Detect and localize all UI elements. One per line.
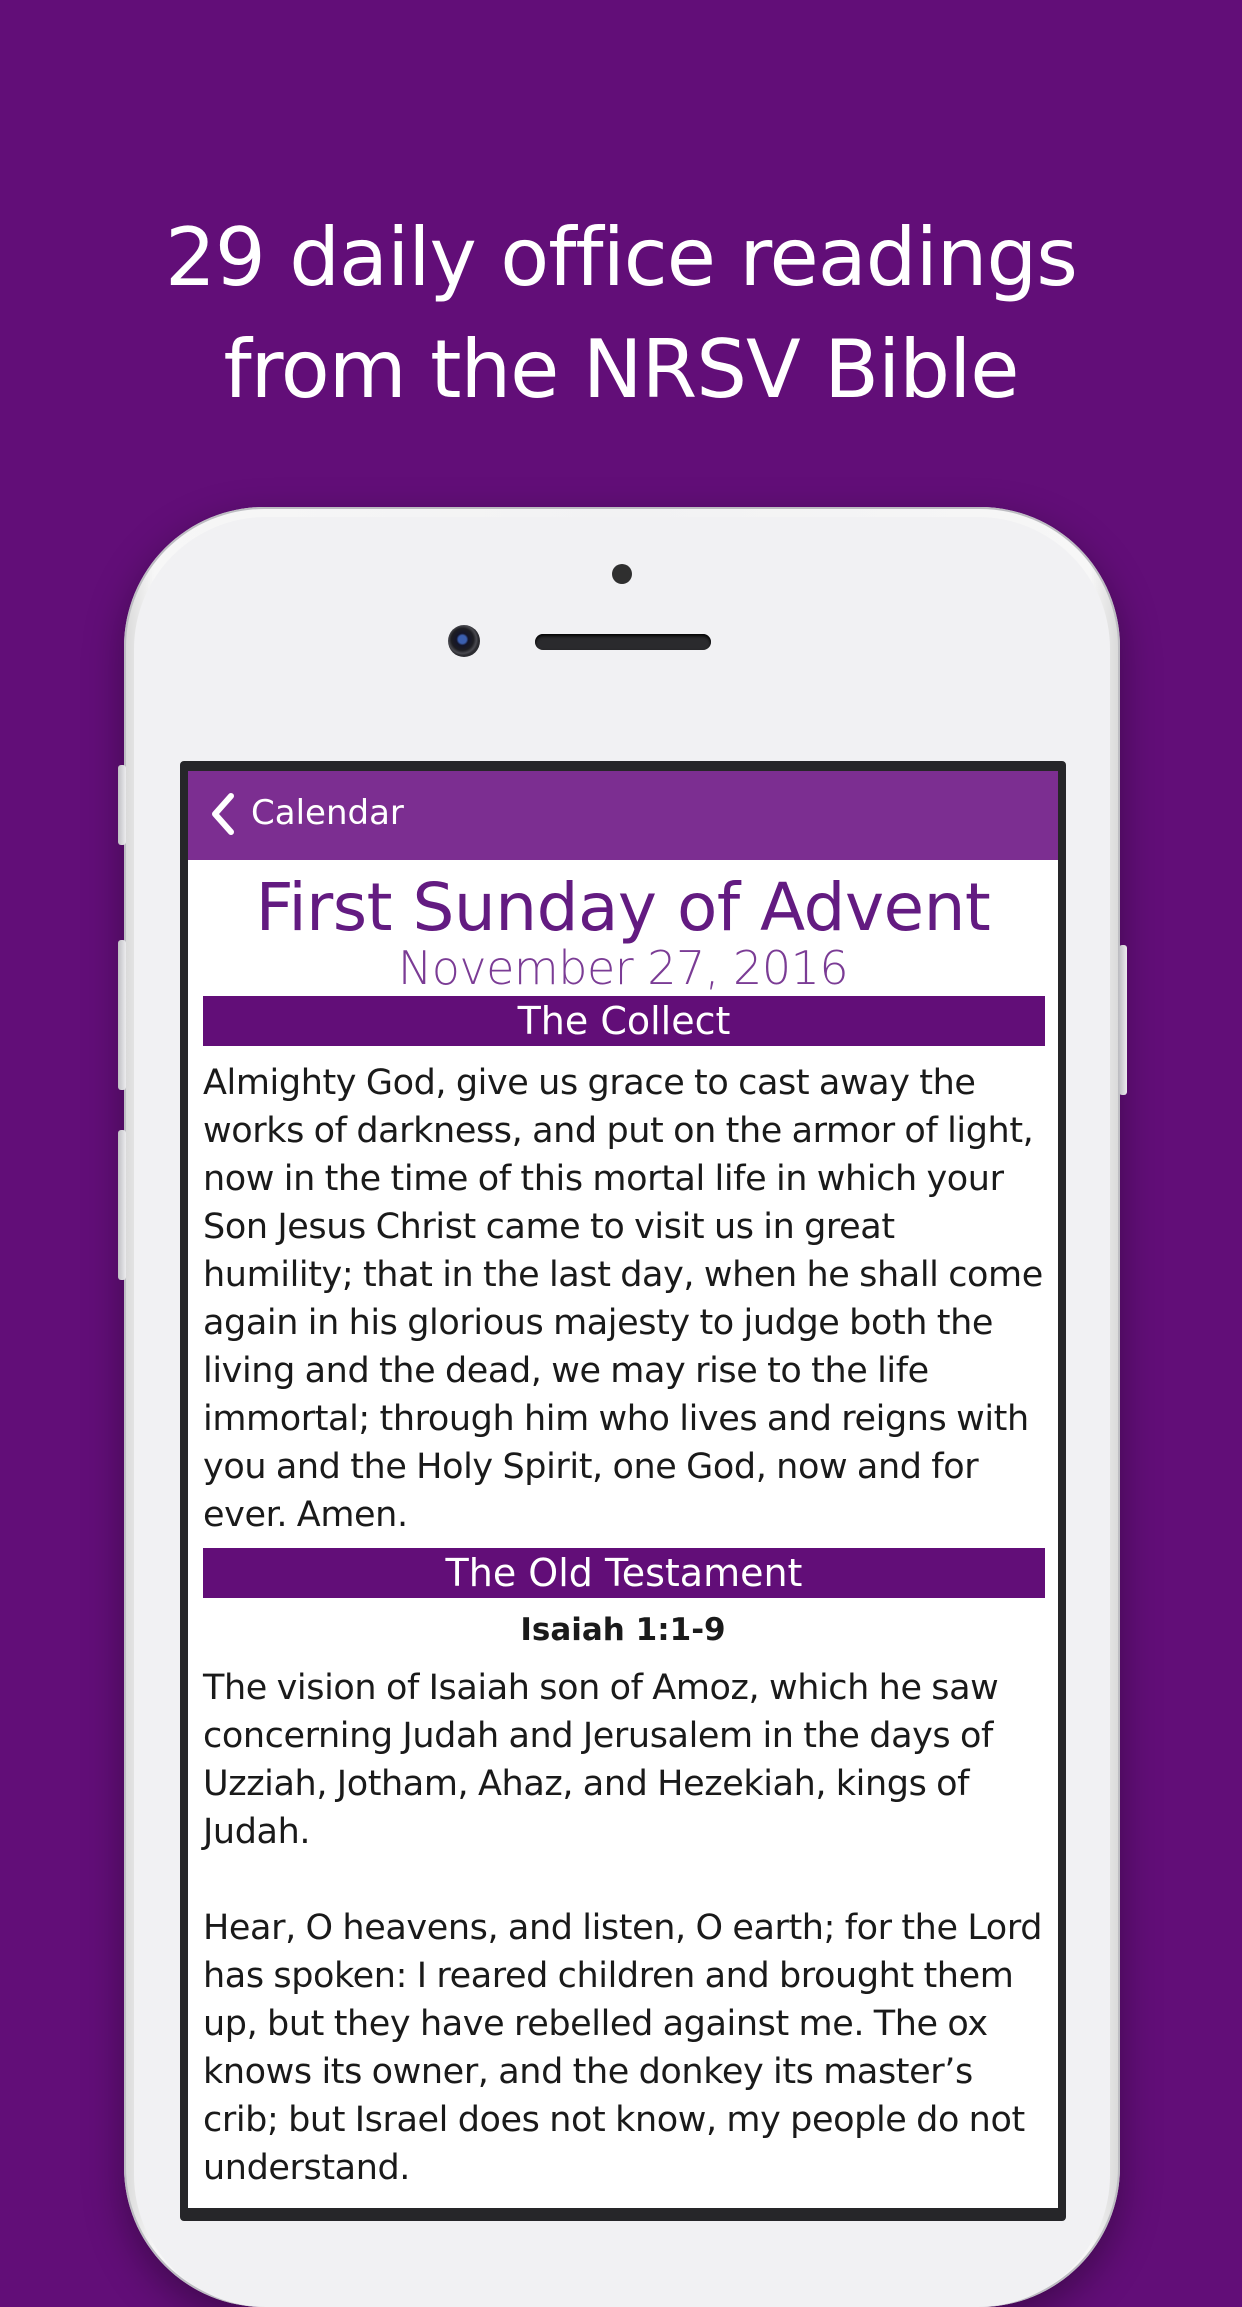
chevron-left-icon[interactable] [209,792,237,836]
reading-paragraph: The vision of Isaiah son of Amoz, which … [203,1668,999,1852]
scripture-reference: Isaiah 1:1-9 [520,1612,726,1648]
mute-switch [118,765,126,845]
section-header-old-testament: The Old Testament [203,1548,1045,1598]
headline-line-1: 29 daily office readings [165,210,1078,304]
power-button [1119,945,1127,1095]
promo-headline: 29 daily office readings from the NRSV B… [0,202,1242,426]
reading-paragraph: Hear, O heavens, and listen, O earth; fo… [203,1908,1043,2188]
proximity-sensor [612,564,632,584]
front-camera-icon [448,625,480,657]
volume-down-button [118,1130,126,1280]
back-button-calendar[interactable]: Calendar [251,791,404,835]
collect-text: Almighty God, give us grace to cast away… [203,1063,1043,1535]
page-date: November 27, 2016 [397,941,849,995]
section-header-collect: The Collect [203,996,1045,1046]
headline-line-2: from the NRSV Bible [223,322,1019,416]
reading-content[interactable]: First Sunday of Advent November 27, 2016… [188,860,1058,2208]
earpiece-speaker [535,634,711,650]
volume-up-button [118,940,126,1090]
page-title: First Sunday of Advent [255,869,991,946]
